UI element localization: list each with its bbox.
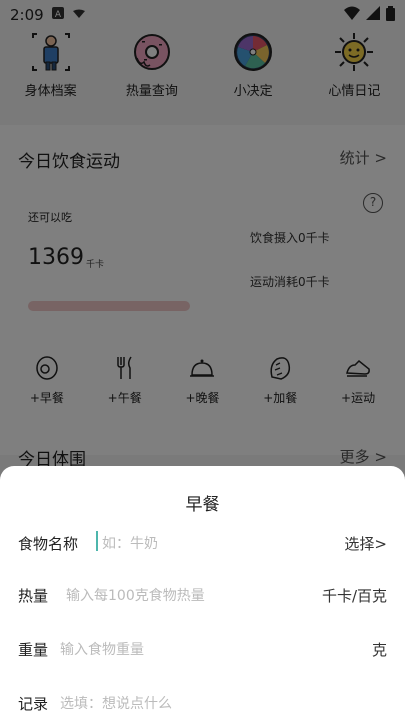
calorie-unit: 千卡/百克: [321, 587, 387, 605]
weight-label: 重量: [18, 641, 49, 659]
select-food-button[interactable]: 选择>: [344, 533, 387, 554]
weight-input[interactable]: 输入食物重量: [60, 639, 144, 659]
note-input[interactable]: 选填：想说点什么: [60, 693, 172, 713]
weight-unit: 克: [371, 641, 387, 659]
weight-row: 重量 输入食物重量 克: [0, 630, 405, 670]
note-row: 记录 选填：想说点什么: [0, 684, 405, 720]
sheet-title: 早餐: [185, 495, 220, 515]
calorie-row: 热量 输入每100克食物热量 千卡/百克: [0, 576, 405, 616]
breakfast-sheet: 早餐 食物名称 如：牛奶 选择> 热量 输入每100克食物热量 千卡/百克 重量…: [0, 466, 405, 720]
calorie-label: 热量: [18, 587, 49, 605]
note-label: 记录: [18, 695, 49, 713]
food-name-row: 食物名称 如：牛奶 选择>: [0, 524, 405, 564]
food-name-input[interactable]: 如：牛奶: [102, 533, 158, 553]
text-cursor: [96, 531, 98, 551]
calorie-input[interactable]: 输入每100克食物热量: [66, 585, 205, 605]
food-name-label: 食物名称: [18, 535, 79, 553]
